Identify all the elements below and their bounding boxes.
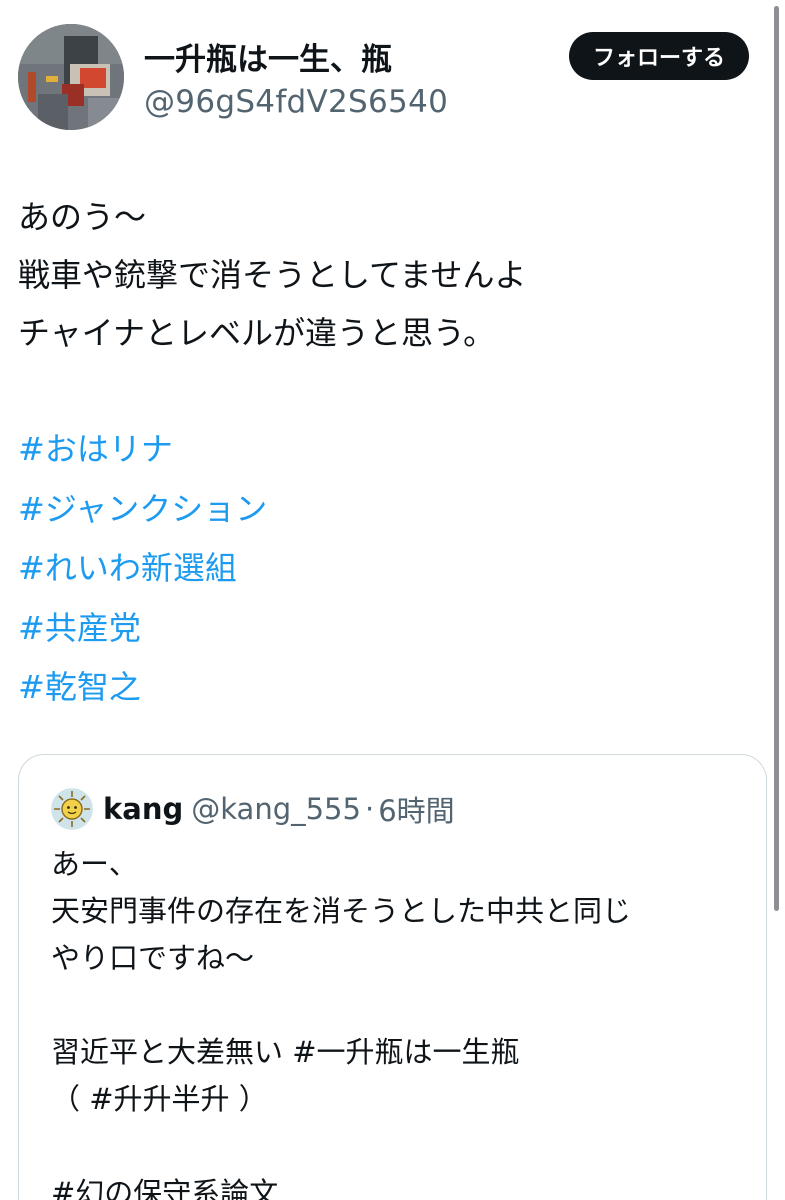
tweet-page: 一升瓶は一生、瓶 @96gS4fdV2S6540 フォローする あのう〜 戦車や…: [0, 0, 785, 1200]
sun-face-icon: [51, 788, 93, 830]
profile-avatar[interactable]: [18, 24, 124, 130]
tweet-line: 戦車や銃撃で消そうとしてませんよ: [18, 256, 527, 294]
tweet-header: 一升瓶は一生、瓶 @96gS4fdV2S6540 フォローする: [18, 24, 758, 134]
quoted-tweet-time[interactable]: 6時間: [378, 788, 454, 830]
tweet-line: あのう〜: [18, 198, 147, 236]
meta-separator: ·: [364, 792, 375, 826]
tweet-line: チャイナとレベルが違うと思う。: [18, 314, 496, 352]
tweet-text: あのう〜 戦車や銃撃で消そうとしてませんよ チャイナとレベルが違うと思う。 #お…: [18, 188, 758, 718]
author-handle[interactable]: @96gS4fdV2S6540: [144, 84, 448, 120]
scrollbar[interactable]: [774, 6, 779, 911]
quoted-tweet-text: あー、 天安門事件の存在を消そうとした中共と同じ やり口ですね〜 習近平と大差無…: [51, 841, 751, 1200]
hashtag-link[interactable]: #ジャンクション: [18, 480, 758, 540]
hashtag-link[interactable]: #れいわ新選組: [18, 539, 758, 599]
quoted-tweet-header: kang @kang_555 · 6時間: [51, 787, 455, 831]
follow-button[interactable]: フォローする: [568, 32, 749, 80]
hashtag-link[interactable]: #乾智之: [18, 658, 758, 718]
quoted-line: 天安門事件の存在を消そうとした中共と同じ: [51, 894, 632, 928]
avatar-image-icon: [18, 24, 124, 130]
quoted-author-handle[interactable]: @kang_555: [191, 792, 361, 826]
quoted-line: やり口ですね〜: [51, 941, 255, 975]
quoted-line: （ #升升半升 ）: [51, 1082, 268, 1116]
quoted-author-avatar[interactable]: [51, 788, 93, 830]
author-display-name[interactable]: 一升瓶は一生、瓶: [144, 34, 392, 79]
hashtag-link[interactable]: #共産党: [18, 599, 758, 659]
quoted-line: あー、: [51, 847, 138, 881]
hashtag-link[interactable]: #おはリナ: [18, 420, 758, 480]
quoted-tweet[interactable]: kang @kang_555 · 6時間 あー、 天安門事件の存在を消そうとした…: [18, 754, 767, 1200]
quoted-line: #幻の保守系論文: [51, 1176, 279, 1200]
quoted-line: 習近平と大差無い #一升瓶は一生瓶: [51, 1035, 520, 1069]
quoted-author-name[interactable]: kang: [103, 792, 183, 826]
